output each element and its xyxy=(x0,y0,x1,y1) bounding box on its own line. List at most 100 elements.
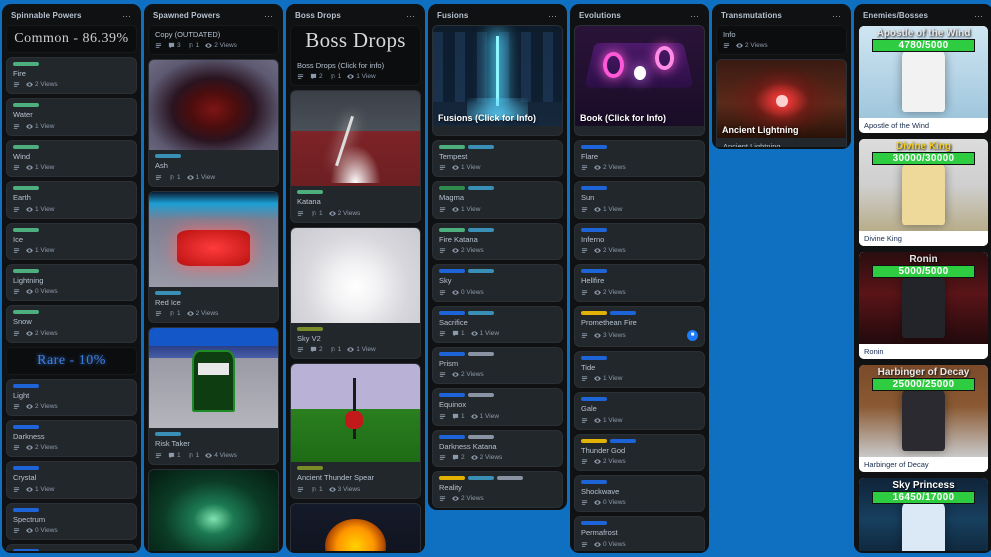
list-menu-button[interactable]: ⋯ xyxy=(832,11,842,20)
card[interactable]: Gale 1 View xyxy=(574,392,705,430)
card-label[interactable] xyxy=(468,393,494,398)
card[interactable]: Inferno 2 Views xyxy=(574,222,705,261)
card-label[interactable] xyxy=(581,521,607,526)
card[interactable]: Lightning 0 Views xyxy=(6,263,137,302)
card[interactable]: Tempest 1 View xyxy=(432,140,563,178)
card[interactable]: Spectrum 0 Views xyxy=(6,502,137,541)
card-label[interactable] xyxy=(581,480,607,484)
card-label[interactable] xyxy=(468,269,494,274)
card-banner[interactable]: Rare - 10% xyxy=(6,346,137,375)
card-label[interactable] xyxy=(581,438,607,443)
card-label[interactable] xyxy=(13,549,39,551)
card[interactable]: Fusions (Click for Info) xyxy=(432,25,563,136)
card[interactable]: Permafrost 0 Views xyxy=(574,516,705,551)
card-enemy[interactable]: Divine King 30000/30000 Divine King xyxy=(858,138,989,247)
card[interactable]: Ice 1 View xyxy=(6,222,137,260)
card[interactable]: Copy (OUTDATED) 3 1 2 Views xyxy=(148,25,279,56)
card[interactable]: Book (Click for Info) xyxy=(574,25,705,136)
card[interactable]: Sky 0 Views xyxy=(432,264,563,302)
card-enemy[interactable]: Apostle of the Wind 4780/5000 Apostle of t… xyxy=(858,25,989,134)
list-menu-button[interactable]: ⋯ xyxy=(974,11,984,20)
card-label[interactable] xyxy=(439,186,465,191)
card-label[interactable] xyxy=(468,351,494,356)
card[interactable]: Ancient Thunder Spear 1 3 Views xyxy=(290,363,421,499)
card-label[interactable] xyxy=(468,186,494,191)
card[interactable]: Tide 1 View xyxy=(574,350,705,389)
card[interactable]: Info 2 Views xyxy=(716,25,847,56)
card-label[interactable] xyxy=(497,476,523,480)
card[interactable]: Crystal 1 View xyxy=(6,461,137,499)
card-label[interactable] xyxy=(610,310,636,315)
card[interactable]: Thunder God 2 Views xyxy=(574,433,705,471)
card-label[interactable] xyxy=(155,154,181,159)
list-menu-button[interactable]: ⋯ xyxy=(406,11,416,20)
card-label[interactable] xyxy=(439,145,465,149)
list-menu-button[interactable]: ⋯ xyxy=(264,11,274,20)
card[interactable]: Reality 2 Views xyxy=(432,471,563,509)
card[interactable]: Hellfire 2 Views xyxy=(574,264,705,302)
card-label[interactable] xyxy=(468,434,494,439)
card-label[interactable] xyxy=(468,310,494,315)
card-label[interactable] xyxy=(13,103,39,108)
list-menu-button[interactable]: ⋯ xyxy=(548,11,558,20)
card-label[interactable] xyxy=(13,425,39,429)
card[interactable]: Darkness 2 Views xyxy=(6,420,137,458)
card-label[interactable] xyxy=(468,227,494,232)
card-enemy[interactable]: Ronin 5000/5000 Ronin xyxy=(858,251,989,360)
card[interactable]: Prism 2 Views xyxy=(432,346,563,385)
card-label[interactable] xyxy=(13,310,39,315)
card-label[interactable] xyxy=(13,268,39,273)
card-label[interactable] xyxy=(13,383,39,388)
card[interactable]: Risk Taker 1 1 4 Views xyxy=(148,327,279,465)
card[interactable]: Water 1 View xyxy=(6,98,137,136)
card[interactable]: Sun 1 View xyxy=(574,181,705,219)
card[interactable]: Shockwave 0 Views xyxy=(574,475,705,513)
card-label[interactable] xyxy=(581,355,607,360)
card-label[interactable] xyxy=(155,290,181,295)
card-label[interactable] xyxy=(468,145,494,149)
member-avatar[interactable]: ■ xyxy=(687,329,698,341)
card-label[interactable] xyxy=(439,393,465,398)
card[interactable]: Flare 2 Views xyxy=(574,140,705,178)
card-label[interactable] xyxy=(581,186,607,191)
card[interactable]: Ancient LightningAncient Lightning14 Vie… xyxy=(716,59,847,147)
card[interactable]: Fire Katana 2 Views xyxy=(432,222,563,261)
card-label[interactable] xyxy=(13,227,39,232)
card-label[interactable] xyxy=(13,466,39,471)
card-label[interactable] xyxy=(439,351,465,356)
card[interactable] xyxy=(290,502,421,551)
card-label[interactable] xyxy=(439,476,465,480)
card-banner[interactable]: Common - 86.39% xyxy=(6,25,137,53)
card[interactable]: Earth 1 View xyxy=(6,181,137,219)
card[interactable]: Ash 1 1 View xyxy=(148,59,279,187)
card[interactable]: Promethean Fire 3 Views ■ xyxy=(574,305,705,347)
card-label[interactable] xyxy=(468,476,494,480)
card[interactable]: Wind 1 View xyxy=(6,139,137,178)
card[interactable]: Snow 2 Views xyxy=(6,305,137,343)
card-label[interactable] xyxy=(297,466,323,471)
card-label[interactable] xyxy=(13,507,39,512)
card[interactable]: Red Ice 1 2 Views xyxy=(148,190,279,324)
card-label[interactable] xyxy=(439,269,465,274)
card-enemy[interactable]: Harbinger of Decay 25000/25000 Harbinger o… xyxy=(858,364,989,473)
card[interactable]: Equinox 1 1 View xyxy=(432,388,563,426)
card-label[interactable] xyxy=(581,145,607,149)
card[interactable]: Sacrifice 1 1 View xyxy=(432,305,563,343)
card[interactable]: Yuleman12 Views xyxy=(148,468,279,551)
card[interactable]: Katana 1 2 Views xyxy=(290,90,421,223)
card-enemy[interactable]: Sky Princess16450/17000Sky Princess xyxy=(858,477,989,551)
card-label[interactable] xyxy=(439,227,465,232)
card-label[interactable] xyxy=(581,310,607,315)
card[interactable]: Blood1 View xyxy=(6,544,137,551)
card[interactable]: Boss Drops Boss Drops (Click for info) 2 1 1… xyxy=(290,25,421,87)
card-label[interactable] xyxy=(439,434,465,439)
card[interactable]: Fire 2 Views xyxy=(6,57,137,95)
card-label[interactable] xyxy=(13,62,39,66)
card[interactable]: Magma 1 View xyxy=(432,181,563,219)
card-label[interactable] xyxy=(610,438,636,443)
card-label[interactable] xyxy=(581,397,607,402)
list-menu-button[interactable]: ⋯ xyxy=(690,11,700,20)
card-label[interactable] xyxy=(581,269,607,274)
card[interactable]: Light 2 Views xyxy=(6,378,137,416)
card[interactable]: Darkness Katana 2 2 Views xyxy=(432,429,563,467)
